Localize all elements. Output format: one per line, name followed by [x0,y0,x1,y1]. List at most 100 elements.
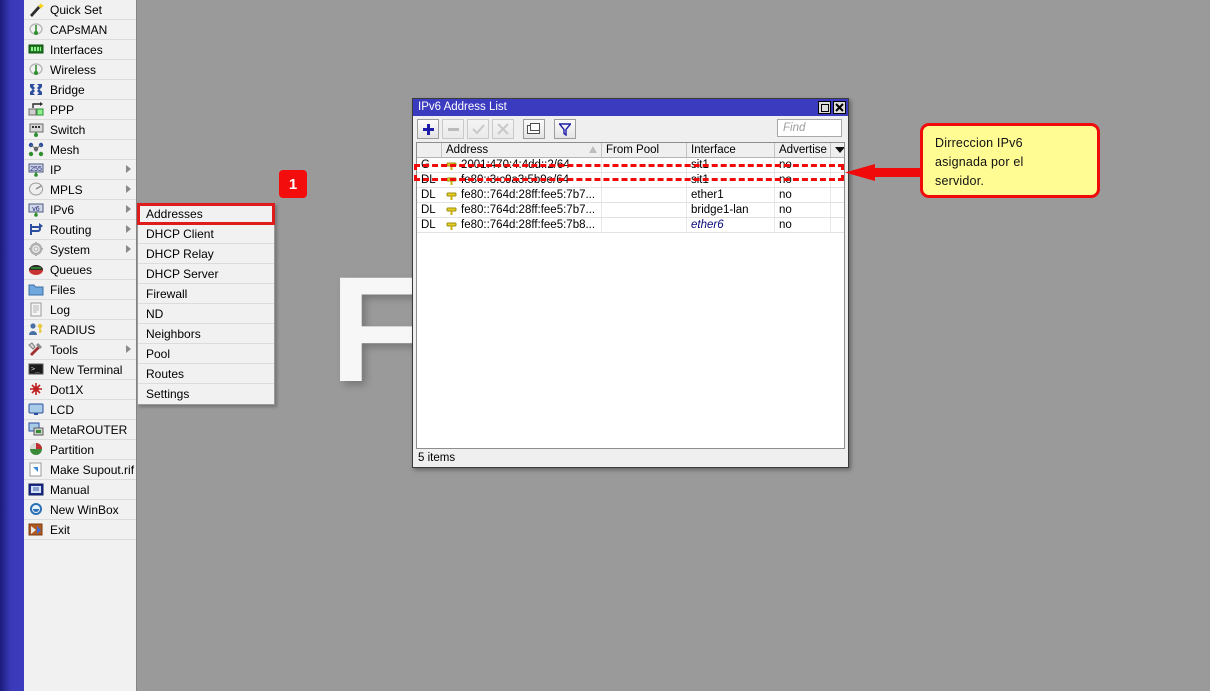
comment-button[interactable] [523,119,545,139]
column-header-interface[interactable]: Interface [687,143,775,157]
sidebar-item-quick-set[interactable]: Quick Set [24,0,136,20]
switch-icon [28,122,45,137]
submenu-item-addresses[interactable]: Addresses [137,203,275,225]
table-row[interactable]: DL fe80::764d:28ff:fee5:7b7... bridge1-lan… [417,203,844,218]
cell-address-text: fe80::764d:28ff:fee5:7b8... [461,219,596,231]
column-header-advertise[interactable]: Advertise [775,143,831,157]
cell-advertise: no [775,173,831,187]
sidebar-item-make-supout-rif[interactable]: Make Supout.rif [24,460,136,480]
sidebar-item-queues[interactable]: Queues [24,260,136,280]
sidebar-item-ppp[interactable]: PPP [24,100,136,120]
close-button[interactable] [833,101,846,114]
sidebar-item-new-terminal[interactable]: >_ New Terminal [24,360,136,380]
cell-interface: ether1 [687,188,775,202]
submenu-item-label: Neighbors [146,326,201,341]
column-header-address[interactable]: Address [442,143,602,157]
submenu-item-neighbors[interactable]: Neighbors [138,324,274,344]
table-row[interactable]: DL fe80::764d:28ff:fee5:7b8... ether6 no [417,218,844,233]
sidebar-item-radius[interactable]: RADIUS [24,320,136,340]
tools-icon [28,342,45,357]
submenu-item-dhcp-client[interactable]: DHCP Client [138,224,274,244]
table-row[interactable]: DL fe80::764d:28ff:fee5:7b7... ether1 no [417,188,844,203]
sidebar-item-interfaces[interactable]: Interfaces [24,40,136,60]
column-header-from-pool[interactable]: From Pool [602,143,687,157]
sidebar-item-dot1x[interactable]: Dot1X [24,380,136,400]
minus-icon [447,127,459,131]
sidebar-item-lcd[interactable]: LCD [24,400,136,420]
sidebar-item-exit[interactable]: Exit [24,520,136,540]
red-arrow-annotation [845,164,931,181]
cell-flags: DL [421,174,436,186]
radius-icon [28,322,45,337]
x-icon [497,123,509,135]
chevron-right-icon [126,225,131,233]
submenu-item-firewall[interactable]: Firewall [138,284,274,304]
sidebar-item-routing[interactable]: Routing [24,220,136,240]
cell-address-text: fe80::3:c9a3:5b9e/64 [461,174,570,186]
cell-interface: sit1 [687,158,775,172]
address-entry-icon [446,222,457,230]
submenu-item-dhcp-server[interactable]: DHCP Server [138,264,274,284]
find-input[interactable]: Find [777,119,842,137]
sidebar-item-log[interactable]: Log [24,300,136,320]
enable-button[interactable] [467,119,489,139]
sidebar-item-mesh[interactable]: Mesh [24,140,136,160]
sidebar-item-new-winbox[interactable]: New WinBox [24,500,136,520]
sidebar-item-ipv6[interactable]: v6 IPv6 [24,200,136,220]
sidebar-item-mpls[interactable]: MPLS [24,180,136,200]
sidebar-item-metarouter[interactable]: MetaROUTER [24,420,136,440]
sidebar-item-partition[interactable]: Partition [24,440,136,460]
submenu-item-routes[interactable]: Routes [138,364,274,384]
remove-button[interactable] [442,119,464,139]
submenu-item-label: Pool [146,346,171,361]
submenu-item-label: Firewall [146,286,188,301]
sidebar-item-label: Exit [50,522,71,537]
sidebar-item-label: Bridge [50,82,85,97]
table-row[interactable]: G 2001:470:4:4dd::2/64 sit1 no [417,158,844,173]
submenu-item-settings[interactable]: Settings [138,384,274,404]
sidebar-item-wireless[interactable]: Wireless [24,60,136,80]
sidebar-item-ip[interactable]: 255 IP [24,160,136,180]
cell-interface: sit1 [687,173,775,187]
cell-from-pool [602,203,687,217]
svg-text:v6: v6 [32,206,40,213]
antenna-icon [28,22,45,37]
column-header-label: Interface [691,144,736,156]
window-titlebar[interactable]: IPv6 Address List [413,99,848,116]
submenu-item-pool[interactable]: Pool [138,344,274,364]
sidebar-item-label: Make Supout.rif [50,462,135,477]
window-toolbar: Find [413,116,848,142]
dot1x-icon [28,382,45,397]
sidebar-item-files[interactable]: Files [24,280,136,300]
sidebar-item-bridge[interactable]: Bridge [24,80,136,100]
disable-button[interactable] [492,119,514,139]
cell-spacer [831,218,844,232]
address-entry-icon [446,207,457,215]
manual-icon [28,482,45,497]
submenu-item-dhcp-relay[interactable]: DHCP Relay [138,244,274,264]
add-button[interactable] [417,119,439,139]
ipv6-icon: v6 [28,202,45,217]
sidebar-item-label: IPv6 [50,202,75,217]
column-header-flags[interactable] [417,143,442,157]
close-icon [835,103,844,112]
sort-ascending-icon [589,146,597,153]
sidebar-item-switch[interactable]: Switch [24,120,136,140]
sidebar-item-label: Mesh [50,142,80,157]
cell-spacer [831,203,844,217]
address-table: Address From Pool Interface Advertise G 2001… [416,142,845,449]
sidebar-item-label: Files [50,282,76,297]
sidebar-item-manual[interactable]: Manual [24,480,136,500]
column-chooser-button[interactable] [831,143,844,157]
bridge-icon [28,82,45,97]
sidebar-item-tools[interactable]: Tools [24,340,136,360]
step-badge-1: 1 [279,170,307,198]
restore-button[interactable] [818,101,831,114]
sidebar-item-capsman[interactable]: CAPsMAN [24,20,136,40]
table-row[interactable]: DL fe80::3:c9a3:5b9e/64 sit1 no [417,173,844,188]
sidebar-item-system[interactable]: System [24,240,136,260]
submenu-item-nd[interactable]: ND [138,304,274,324]
sidebar-item-label: Quick Set [50,2,103,17]
cell-from-pool [602,158,687,172]
filter-button[interactable] [554,119,576,139]
